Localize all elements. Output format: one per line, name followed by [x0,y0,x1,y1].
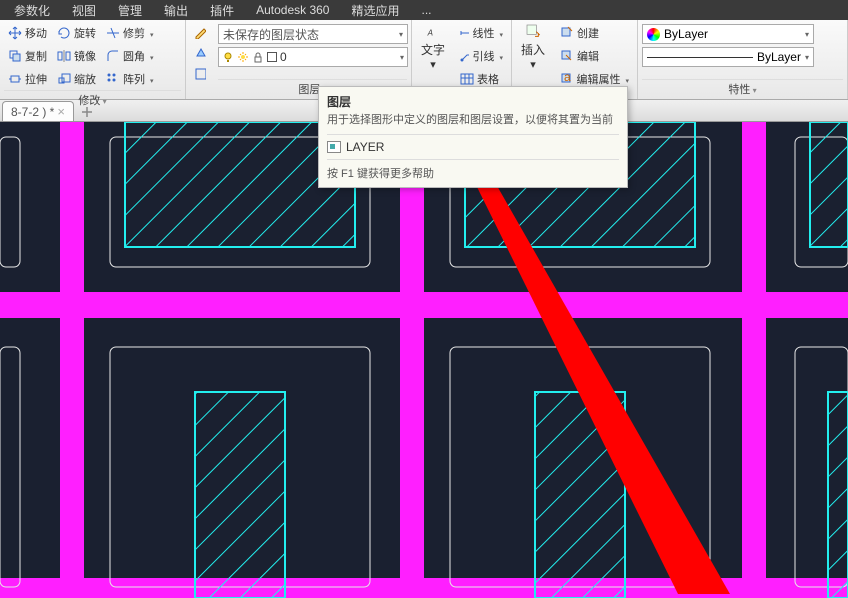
colorwheel-icon [647,28,660,41]
menu-item[interactable]: 管理 [108,0,152,21]
panel-properties: ByLayer ByLayer 特性 [638,20,848,99]
rotate-button[interactable]: 旋转 [53,22,100,44]
pen-icon[interactable] [190,22,210,42]
shape-icon[interactable] [190,64,210,84]
layer-color-swatch [267,52,277,62]
insert-button[interactable]: 插入 ▾ [516,22,550,72]
tooltip-command: LAYER [327,134,619,160]
panel-brush [186,20,214,99]
command-icon [327,141,341,153]
edit-block-button[interactable]: 编辑 [556,45,633,67]
menu-item[interactable]: 精选应用 [341,0,409,21]
leader-button[interactable]: 引线 [456,45,507,67]
layer-state-dropdown[interactable]: 未保存的图层状态 [218,24,408,44]
paint-icon[interactable] [190,43,210,63]
menu-item[interactable]: 插件 [200,0,244,21]
create-block-button[interactable]: 创建 [556,22,633,44]
stretch-button[interactable]: 拉伸 [4,68,51,90]
line-preview [647,57,753,58]
drawing-canvas[interactable] [0,122,848,598]
tooltip-description: 用于选择图形中定义的图层和图层设置，以便将其置为当前 [327,113,619,128]
tooltip-title: 图层 [327,93,619,110]
menu-item[interactable]: 视图 [62,0,106,21]
new-tab-button[interactable] [78,103,96,121]
mirror-button[interactable]: 镜像 [53,45,100,67]
menu-item[interactable]: 参数化 [4,0,60,21]
tooltip-help: 按 F1 键获得更多帮助 [327,165,619,181]
linetype-bylayer-dropdown[interactable]: ByLayer [642,47,814,67]
menu-bar: 参数化 视图 管理 输出 插件 Autodesk 360 精选应用 ... [0,0,848,20]
trim-button[interactable]: 修剪 [102,22,158,44]
svg-text:A: A [427,29,433,38]
layer-dropdown[interactable]: 0 [218,47,408,67]
menu-item[interactable]: Autodesk 360 [246,1,339,19]
panel-modify: 移动 旋转 修剪 复制 镜像 圆角 拉伸 缩放 阵列 修改 [0,20,186,99]
move-button[interactable]: 移动 [4,22,51,44]
copy-button[interactable]: 复制 [4,45,51,67]
bulb-icon [222,51,234,63]
linear-dim-button[interactable]: 线性 [456,22,507,44]
close-icon[interactable]: × [57,104,65,119]
fillet-button[interactable]: 圆角 [102,45,158,67]
menu-overflow[interactable]: ... [411,1,441,19]
sun-icon [237,51,249,63]
lock-icon [252,51,264,63]
color-bylayer-dropdown[interactable]: ByLayer [642,24,814,44]
array-button[interactable]: 阵列 [102,68,158,90]
scale-button[interactable]: 缩放 [53,68,100,90]
panel-label: 特性 [642,79,843,97]
menu-item[interactable]: 输出 [154,0,198,21]
layer-name: 0 [280,50,397,64]
svg-text:a: a [564,72,571,84]
text-button[interactable]: A 文字 ▾ [416,22,450,72]
file-tab[interactable]: 8-7-2 ) * × [2,101,74,121]
tooltip: 图层 用于选择图形中定义的图层和图层设置，以便将其置为当前 LAYER 按 F1… [318,86,628,188]
